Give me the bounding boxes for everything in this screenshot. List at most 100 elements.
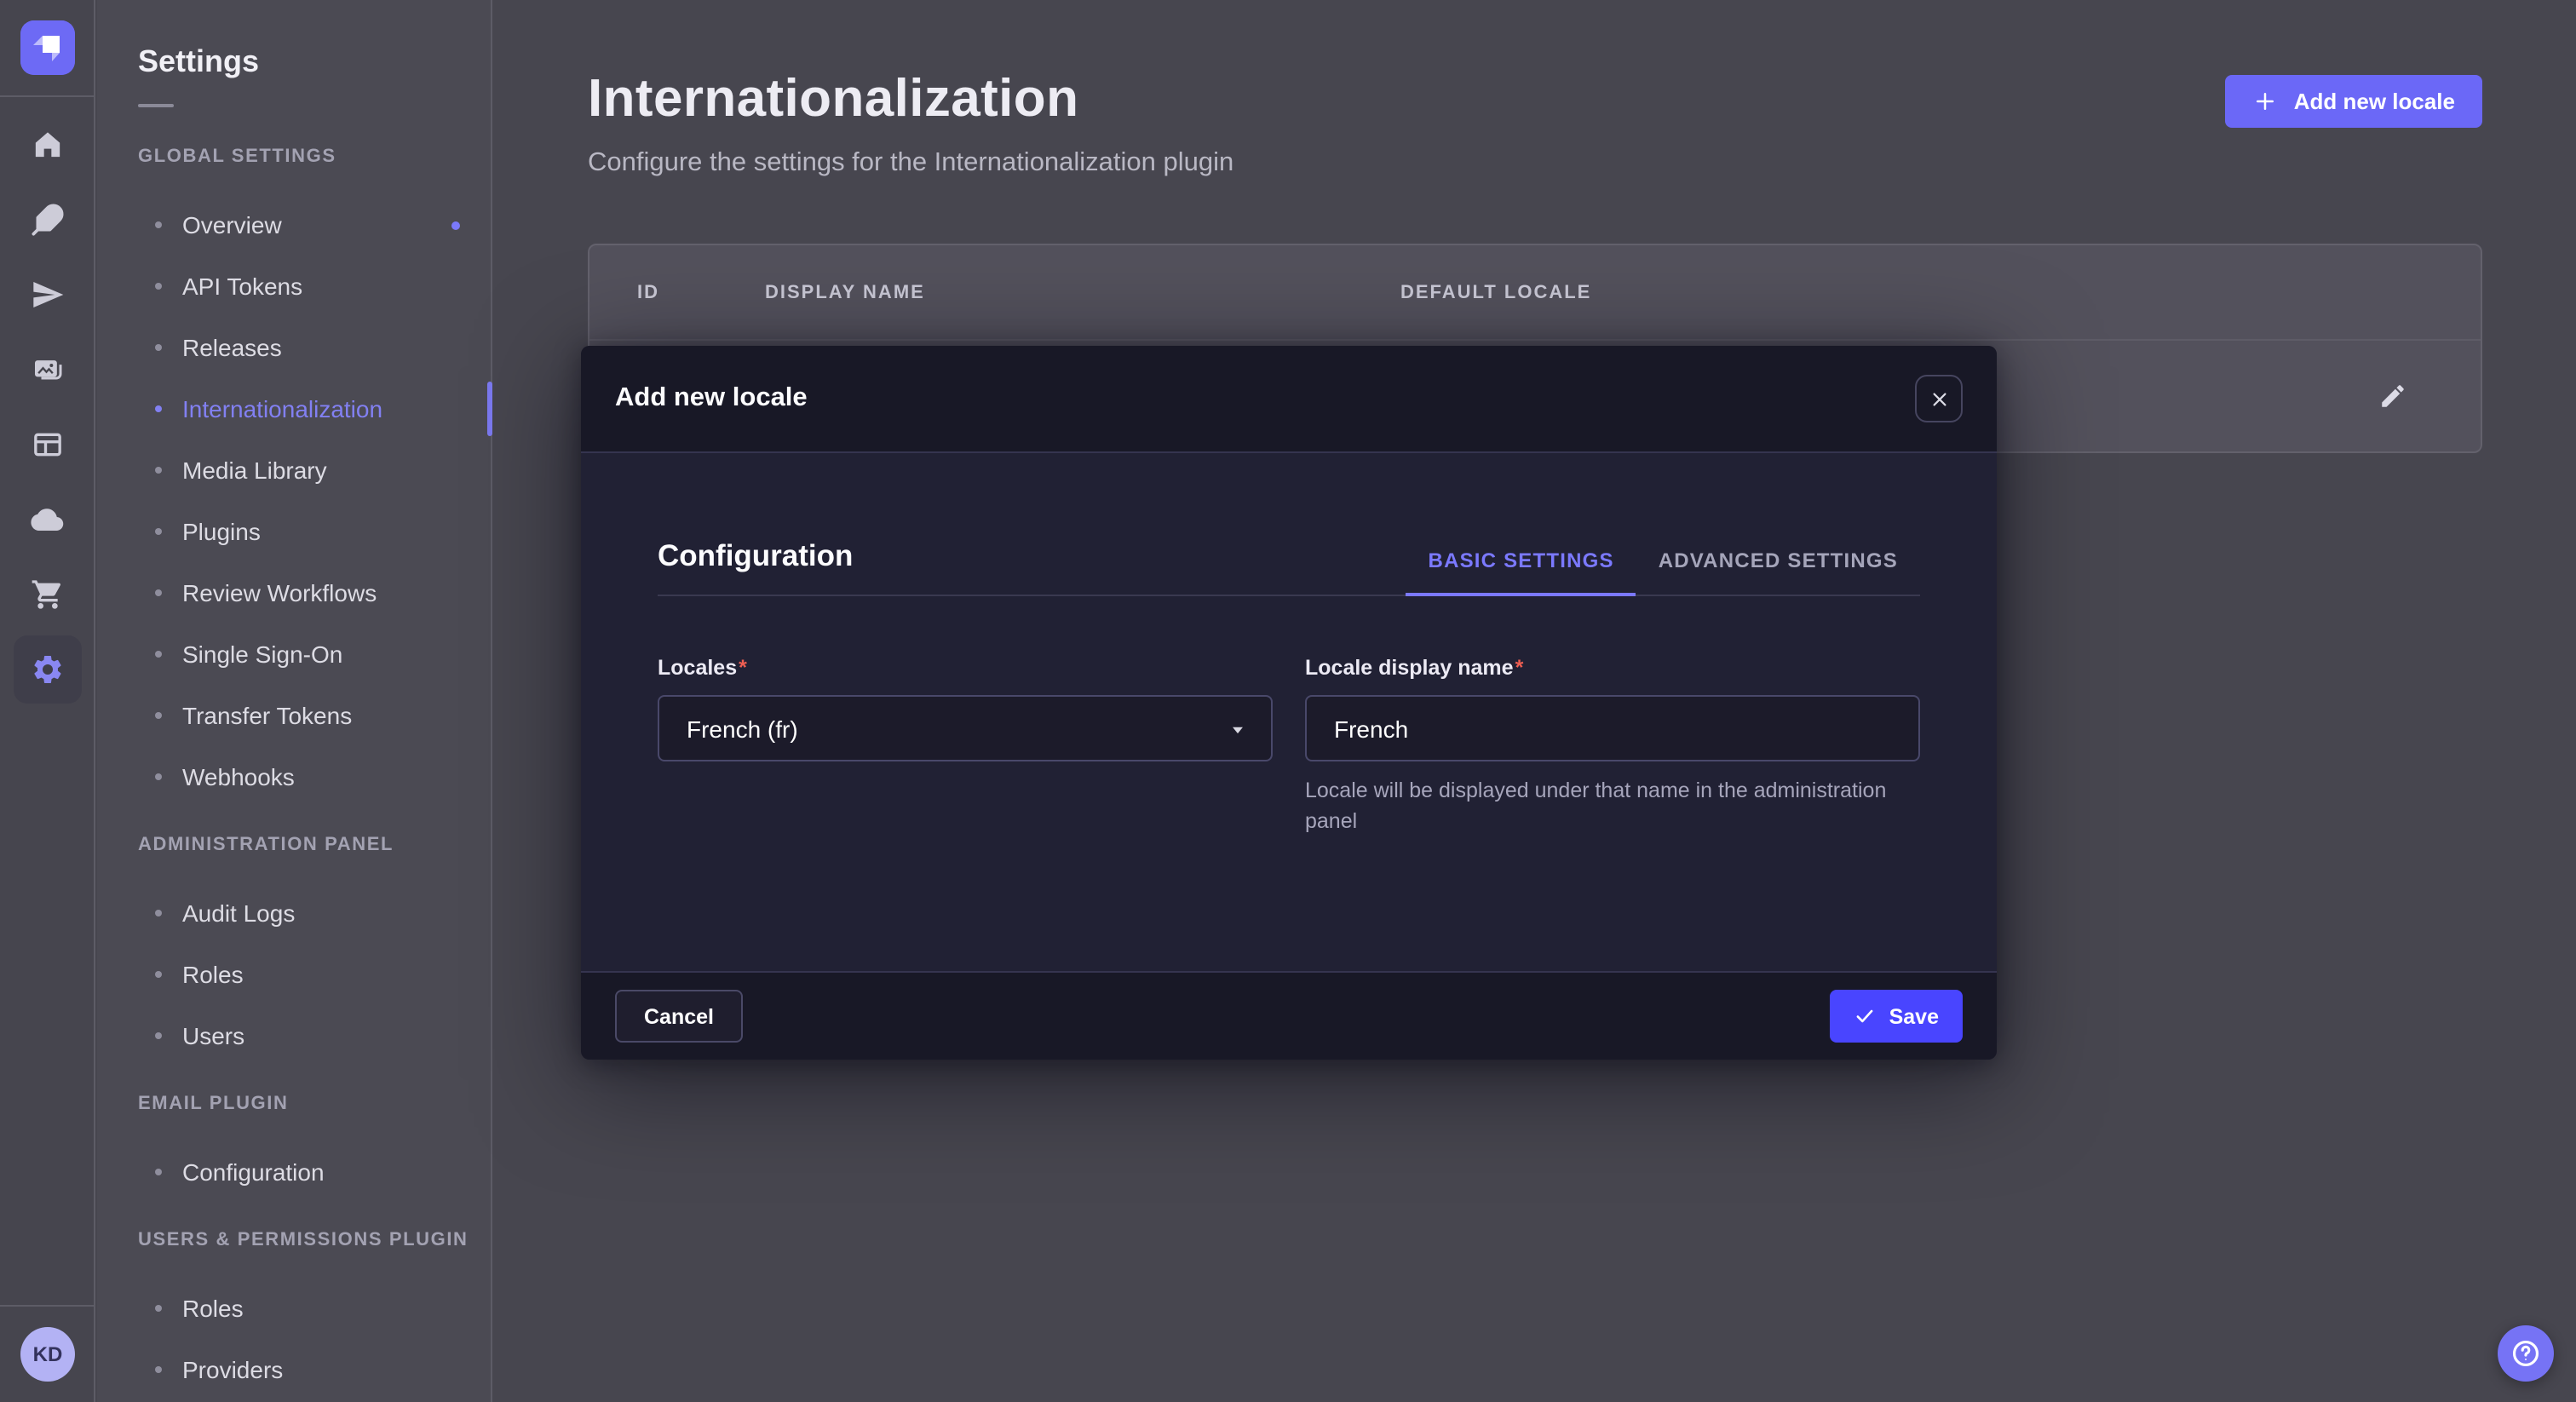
sidebar-item-transfer-tokens[interactable]: Transfer Tokens: [97, 685, 491, 746]
modal-body: Configuration BASIC SETTINGS ADVANCED SE…: [581, 453, 1997, 971]
question-mark-icon: [2510, 1337, 2542, 1370]
sidebar-item-review-workflows[interactable]: Review Workflows: [97, 562, 491, 623]
column-default-locale: DEFAULT LOCALE: [1400, 283, 1591, 303]
title-divider: [138, 104, 174, 107]
edit-locale-button[interactable]: [2365, 368, 2419, 422]
sidebar-title: Settings: [138, 44, 259, 80]
rail-divider: [0, 95, 94, 97]
form-fields: Locales* French (fr) Locale display name…: [658, 656, 1920, 836]
cart-icon: [30, 577, 64, 612]
page-subtitle: Configure the settings for the Internati…: [588, 148, 1233, 179]
bullet-icon: [155, 712, 162, 719]
page-title: Internationalization: [588, 68, 1078, 129]
section-label: EMAIL PLUGIN: [138, 1094, 491, 1121]
display-name-label: Locale display name*: [1305, 656, 1920, 680]
bullet-icon: [155, 283, 162, 290]
pencil-icon: [2378, 381, 2406, 410]
bullet-icon: [155, 589, 162, 596]
section-label: ADMINISTRATION PANEL: [138, 835, 491, 862]
layout-icon: [30, 428, 64, 462]
column-display-name: DISPLAY NAME: [765, 283, 925, 303]
required-asterisk: *: [739, 656, 747, 680]
nav-content-button[interactable]: [13, 182, 81, 257]
sidebar-item-users[interactable]: Users: [97, 1005, 491, 1066]
nav-home-button[interactable]: [13, 107, 81, 182]
section-administration-panel: ADMINISTRATION PANEL Audit Logs Roles Us…: [97, 835, 491, 1066]
settings-sidebar: Settings GLOBAL SETTINGS Overview API To…: [97, 0, 492, 1402]
help-button[interactable]: [2498, 1325, 2554, 1382]
modal-footer: Cancel Save: [581, 971, 1997, 1060]
table-header: ID DISPLAY NAME DEFAULT LOCALE: [589, 245, 2481, 341]
tab-basic-settings[interactable]: BASIC SETTINGS: [1406, 549, 1636, 596]
nav-deploy-button[interactable]: [13, 257, 81, 332]
sidebar-item-single-sign-on[interactable]: Single Sign-On: [97, 623, 491, 685]
bullet-icon: [155, 1305, 162, 1312]
sidebar-item-audit-logs[interactable]: Audit Logs: [97, 882, 491, 944]
strapi-settings-page: KD Settings GLOBAL SETTINGS Overview API…: [0, 0, 2576, 1402]
nav-rail: KD: [0, 0, 95, 1402]
section-users-permissions-plugin: USERS & PERMISSIONS PLUGIN Roles Provide…: [97, 1230, 491, 1400]
pictures-icon: [30, 353, 64, 387]
bullet-icon: [155, 1032, 162, 1039]
required-asterisk: *: [1515, 656, 1524, 680]
home-icon: [30, 128, 64, 162]
nav-content-type-builder-button[interactable]: [13, 407, 81, 482]
bullet-icon: [155, 344, 162, 351]
section-label: GLOBAL SETTINGS: [138, 147, 491, 174]
section-label: USERS & PERMISSIONS PLUGIN: [138, 1230, 491, 1257]
sidebar-item-admin-roles[interactable]: Roles: [97, 944, 491, 1005]
modal-header: Add new locale: [581, 346, 1997, 453]
locales-field: Locales* French (fr): [658, 656, 1273, 836]
nav-cloud-button[interactable]: [13, 482, 81, 557]
add-locale-modal: Add new locale Configuration BASIC SETTI…: [581, 346, 1997, 1060]
sidebar-item-plugins[interactable]: Plugins: [97, 501, 491, 562]
sidebar-item-releases[interactable]: Releases: [97, 317, 491, 378]
modal-title: Add new locale: [615, 383, 808, 414]
nav-media-library-button[interactable]: [13, 332, 81, 407]
display-name-hint: Locale will be displayed under that name…: [1305, 777, 1920, 836]
plus-icon: [2253, 89, 2279, 114]
strapi-logo-icon: [20, 20, 75, 75]
add-new-locale-button[interactable]: Add new locale: [2226, 75, 2482, 128]
close-modal-button[interactable]: [1915, 375, 1963, 422]
chevron-down-icon: [1228, 721, 1247, 739]
configuration-header-row: Configuration BASIC SETTINGS ADVANCED SE…: [658, 453, 1920, 596]
bullet-icon: [155, 467, 162, 474]
configuration-heading: Configuration: [658, 538, 853, 595]
sidebar-item-email-configuration[interactable]: Configuration: [97, 1141, 491, 1203]
section-global-settings: GLOBAL SETTINGS Overview API Tokens Rele…: [97, 147, 491, 807]
bullet-icon: [155, 1366, 162, 1373]
sidebar-menu: GLOBAL SETTINGS Overview API Tokens Rele…: [97, 147, 491, 1400]
nav-marketplace-button[interactable]: [13, 557, 81, 632]
sidebar-item-overview[interactable]: Overview: [97, 194, 491, 256]
locales-label: Locales*: [658, 656, 1273, 680]
column-id: ID: [637, 283, 659, 303]
user-avatar[interactable]: KD: [20, 1327, 75, 1382]
sidebar-item-internationalization[interactable]: Internationalization: [97, 378, 491, 440]
active-indicator: [487, 382, 492, 436]
sidebar-item-webhooks[interactable]: Webhooks: [97, 746, 491, 807]
bullet-icon: [155, 221, 162, 228]
cloud-icon: [29, 502, 65, 537]
locales-select[interactable]: French (fr): [658, 695, 1273, 761]
bullet-icon: [155, 773, 162, 780]
gear-icon: [30, 652, 64, 687]
sidebar-item-providers[interactable]: Providers: [97, 1339, 491, 1400]
rail-icon-list: [0, 107, 94, 707]
cancel-button[interactable]: Cancel: [615, 990, 743, 1043]
sidebar-item-api-tokens[interactable]: API Tokens: [97, 256, 491, 317]
tab-advanced-settings[interactable]: ADVANCED SETTINGS: [1636, 549, 1920, 596]
display-name-input[interactable]: [1305, 695, 1920, 761]
strapi-logo-button[interactable]: [20, 20, 75, 75]
sidebar-item-up-roles[interactable]: Roles: [97, 1278, 491, 1339]
bullet-icon: [155, 405, 162, 412]
bullet-icon: [155, 1169, 162, 1175]
sidebar-item-media-library[interactable]: Media Library: [97, 440, 491, 501]
section-email-plugin: EMAIL PLUGIN Configuration: [97, 1094, 491, 1203]
save-button[interactable]: Save: [1830, 990, 1963, 1043]
settings-tabs: BASIC SETTINGS ADVANCED SETTINGS: [1406, 549, 1920, 595]
nav-settings-button[interactable]: [13, 635, 81, 704]
display-name-field: Locale display name* Locale will be disp…: [1305, 656, 1920, 836]
feather-icon: [30, 203, 64, 237]
bullet-icon: [155, 528, 162, 535]
